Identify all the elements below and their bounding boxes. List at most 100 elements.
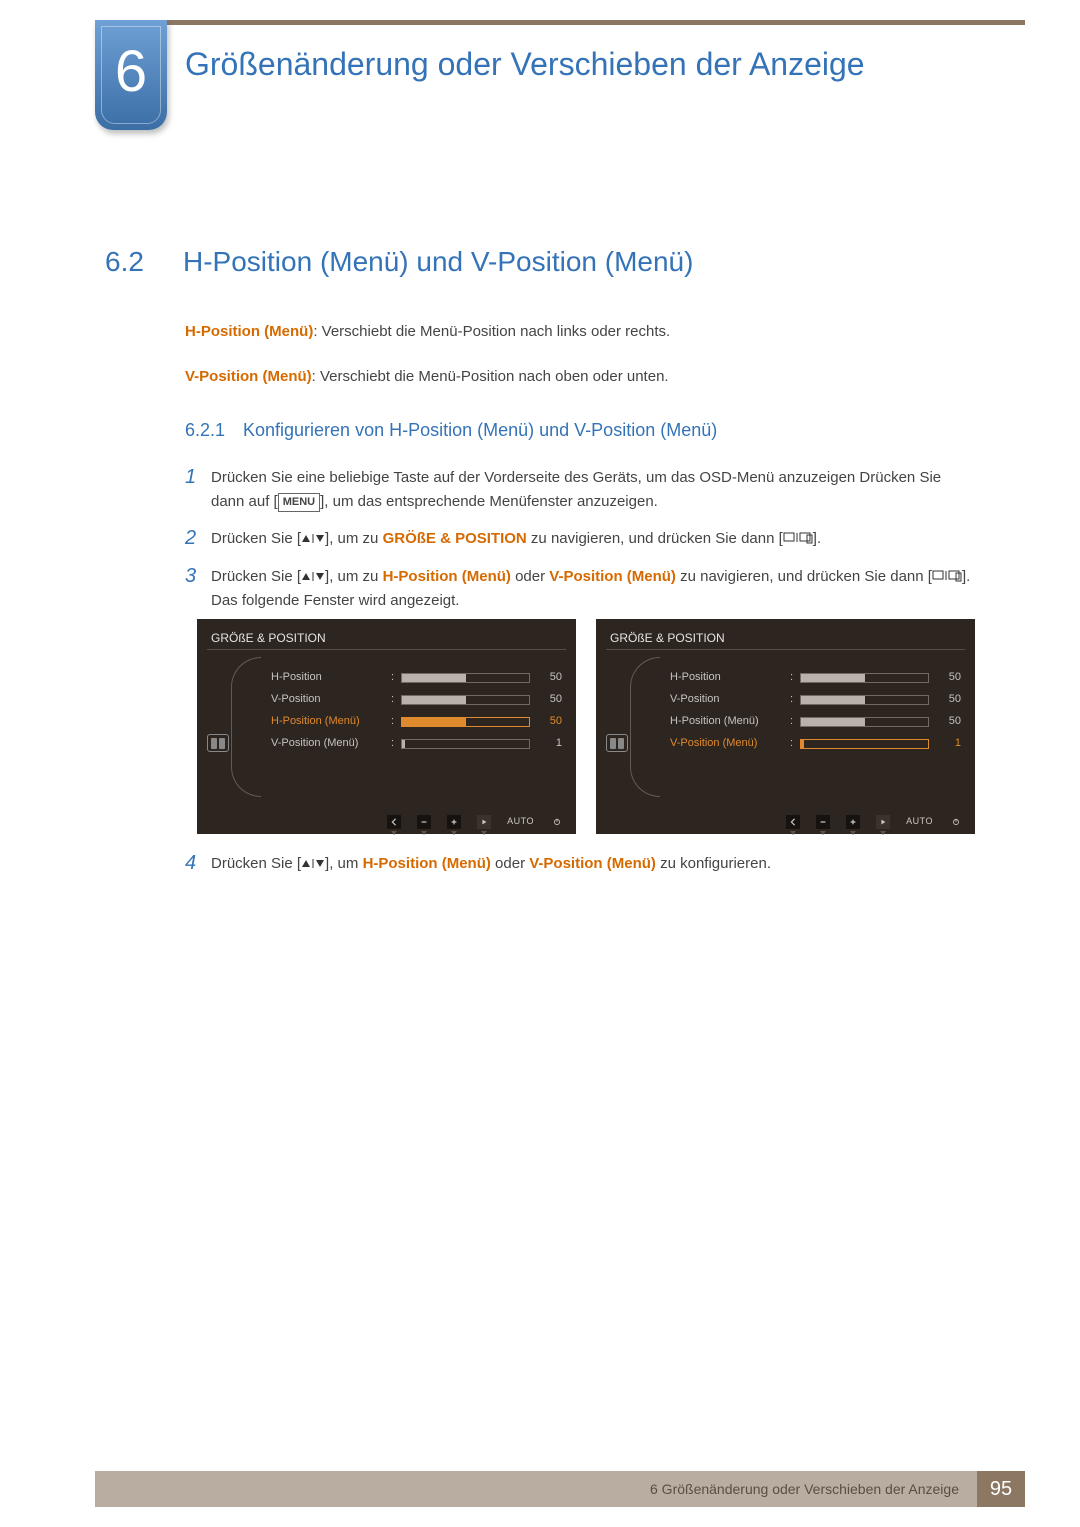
step-4-text-a: Drücken Sie [ <box>211 855 301 872</box>
step-4-text-c: zu konfigurieren. <box>656 855 771 872</box>
body-area: H-Position (Menü): Verschiebt die Menü-P… <box>185 320 975 890</box>
section-number: 6.2 <box>105 246 183 278</box>
osd-item-label: V-Position (Menü) <box>271 735 391 752</box>
osd-bottom-bar: AUTO <box>596 810 975 834</box>
osd-arc <box>231 657 261 797</box>
up-down-icon <box>301 566 325 589</box>
step-1: 1 Drücken Sie eine beliebige Taste auf d… <box>185 466 975 513</box>
page-number: 95 <box>977 1471 1025 1507</box>
v-position-label: V-Position (Menü) <box>185 368 312 385</box>
osd-items-left: H-Position:50V-Position:50H-Position (Me… <box>271 667 562 755</box>
step-2-text-b: ], um zu <box>325 530 383 547</box>
osd-item-value: 50 <box>937 691 961 708</box>
step-number: 4 <box>185 848 196 879</box>
back-icon <box>387 815 401 829</box>
osd-item: V-Position:50 <box>670 689 961 711</box>
minus-icon <box>816 815 830 829</box>
footer-label: 6 Größenänderung oder Verschieben der An… <box>95 1471 977 1507</box>
osd-item: V-Position (Menü): 1 <box>271 733 562 755</box>
up-down-icon <box>301 528 325 551</box>
osd-item-colon: : <box>391 669 401 686</box>
osd-item-bar <box>800 695 929 705</box>
v-position-desc: V-Position (Menü): Verschiebt die Menü-P… <box>185 365 975 388</box>
osd-arc <box>630 657 660 797</box>
h-position-text: : Verschiebt die Menü-Position nach link… <box>313 323 670 340</box>
osd-item: H-Position: 50 <box>670 667 961 689</box>
step-4-oder: oder <box>491 855 529 872</box>
osd-item-bar <box>401 717 530 727</box>
step-3: 3 Drücken Sie [], um zu H-Position (Menü… <box>185 565 975 834</box>
osd-screenshots-row: GRÖßE & POSITION H-Position: 50 V-Position… <box>197 619 975 834</box>
osd-item-label: H-Position (Menü) <box>271 713 391 730</box>
step-2-text-c: zu navigieren, und drücken Sie dann [ <box>527 530 783 547</box>
osd-item-colon: : <box>790 669 800 686</box>
subsection-number: 6.2.1 <box>185 417 243 445</box>
osd-item-colon: : <box>391 735 401 752</box>
screen-select-icon <box>783 528 813 551</box>
osd-item-label: H-Position <box>271 669 391 686</box>
osd-item-value: 50 <box>937 713 961 730</box>
up-down-icon <box>301 853 325 876</box>
osd-item-bar <box>800 717 929 727</box>
osd-item: H-Position:50 <box>271 667 562 689</box>
osd-item-value: 1 <box>937 735 961 752</box>
h-position-desc: H-Position (Menü): Verschiebt die Menü-P… <box>185 320 975 343</box>
osd-title: GRÖßE & POSITION <box>610 629 725 648</box>
steps-list: 1 Drücken Sie eine beliebige Taste auf d… <box>185 466 975 876</box>
osd-item-colon: : <box>391 691 401 708</box>
step-4: 4 Drücken Sie [], um H-Position (Menü) o… <box>185 852 975 876</box>
osd-item-value: 50 <box>937 669 961 686</box>
power-icon <box>949 815 963 829</box>
step-3-oder: oder <box>511 568 549 585</box>
osd-item-bar <box>401 673 530 683</box>
plus-icon <box>447 815 461 829</box>
osd-rule <box>207 649 566 650</box>
h-position-label: H-Position (Menü) <box>185 323 313 340</box>
auto-label: AUTO <box>507 815 534 829</box>
chapter-badge: 6 <box>95 20 167 130</box>
subsection-title: Konfigurieren von H-Position (Menü) und … <box>243 420 717 440</box>
section-heading: 6.2H-Position (Menü) und V-Position (Men… <box>105 246 693 278</box>
osd-item-colon: : <box>790 735 800 752</box>
footer-bar: 6 Größenänderung oder Verschieben der An… <box>95 1471 1025 1507</box>
osd-item: V-Position:50 <box>271 689 562 711</box>
osd-item: V-Position (Menü): 1 <box>670 733 961 755</box>
osd-left: GRÖßE & POSITION H-Position:50V-Position… <box>197 619 576 834</box>
step-3-text-c: zu navigieren, und drücken Sie dann [ <box>676 568 932 585</box>
screen-select-icon <box>932 566 962 589</box>
step-3-h: H-Position (Menü) <box>383 568 511 585</box>
section-title: H-Position (Menü) und V-Position (Menü) <box>183 246 693 277</box>
osd-item-value: 1 <box>538 735 562 752</box>
subsection-heading: 6.2.1Konfigurieren von H-Position (Menü)… <box>185 417 975 445</box>
osd-item-label: H-Position <box>670 669 790 686</box>
layout-icon <box>207 734 229 752</box>
osd-item-label: V-Position (Menü) <box>670 735 790 752</box>
osd-item-value: 50 <box>538 691 562 708</box>
step-4-v: V-Position (Menü) <box>529 855 656 872</box>
osd-item-colon: : <box>790 691 800 708</box>
step-2-target: GRÖßE & POSITION <box>383 530 527 547</box>
osd-right: GRÖßE & POSITION H-Position: 50 V-Position… <box>596 619 975 834</box>
osd-bottom-bar: AUTO <box>197 810 576 834</box>
step-number: 1 <box>185 462 196 493</box>
step-2: 2 Drücken Sie [], um zu GRÖßE & POSITION… <box>185 527 975 551</box>
step-4-text-b: ], um <box>325 855 363 872</box>
chapter-title: Größenänderung oder Verschieben der Anze… <box>185 44 1000 84</box>
step-3-v: V-Position (Menü) <box>549 568 676 585</box>
osd-item: H-Position (Menü):50 <box>670 711 961 733</box>
v-position-text: : Verschiebt die Menü-Position nach oben… <box>312 368 669 385</box>
osd-rule <box>606 649 965 650</box>
osd-item: H-Position (Menü):50 <box>271 711 562 733</box>
osd-title: GRÖßE & POSITION <box>211 629 326 648</box>
layout-icon <box>606 734 628 752</box>
auto-label: AUTO <box>906 815 933 829</box>
osd-item-bar <box>800 673 929 683</box>
menu-key-icon: MENU <box>278 493 320 512</box>
plus-icon <box>846 815 860 829</box>
osd-item-bar <box>800 739 929 749</box>
minus-icon <box>417 815 431 829</box>
osd-item-label: H-Position (Menü) <box>670 713 790 730</box>
osd-item-bar <box>401 739 530 749</box>
play-icon <box>876 815 890 829</box>
header-rule <box>95 20 1025 25</box>
